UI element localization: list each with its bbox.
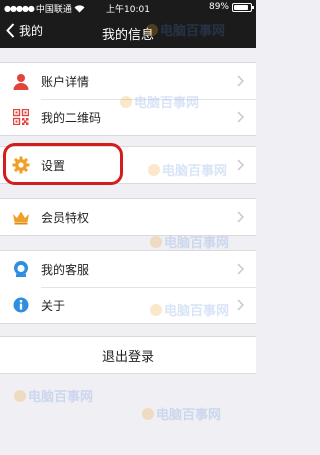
chevron-right-icon [237,159,244,171]
menu-item-label: 我的二维码 [41,110,102,125]
battery-percent: 89% [208,2,229,12]
gear-icon [12,156,30,174]
person-icon [12,72,30,90]
watermark: 电脑百事网 [14,386,93,405]
info-icon [12,296,30,314]
watermark: 电脑百事网 [142,404,221,423]
support-group: 我的客服 关于 [0,250,256,324]
page-title: 我的信息 [101,28,154,43]
nav-bar: 我的 我的信息 [0,16,256,48]
menu-item-account-details[interactable]: 账户详情 [0,63,256,99]
menu-item-settings[interactable]: 设置 [0,147,256,183]
menu-item-label: 账户详情 [41,74,90,89]
chevron-right-icon [237,75,244,87]
menu-item-member-privileges[interactable]: 会员特权 [0,199,256,235]
status-bar: ●●●●● 中国联通 上午10:01 89% [0,0,256,16]
menu-item-label: 关于 [41,298,66,313]
crown-icon [12,208,30,226]
menu-item-my-qrcode[interactable]: 我的二维码 [0,99,256,135]
chevron-right-icon [237,111,244,123]
customer-service-icon [12,260,30,278]
menu-item-label: 我的客服 [41,262,90,277]
logout-button[interactable]: 退出登录 [0,336,256,374]
menu-item-customer-service[interactable]: 我的客服 [0,251,256,287]
battery-fill [234,4,248,10]
battery-icon [232,2,254,12]
menu-item-about[interactable]: 关于 [0,287,256,323]
settings-group: 设置 [0,146,256,184]
chevron-right-icon [237,299,244,311]
menu-item-label: 会员特权 [41,210,90,225]
chevron-right-icon [237,263,244,275]
chevron-right-icon [237,211,244,223]
qrcode-icon [12,108,30,126]
account-group: 账户详情 我的二维码 [0,62,256,136]
menu-item-label: 设置 [41,158,66,173]
membership-group: 会员特权 [0,198,256,236]
